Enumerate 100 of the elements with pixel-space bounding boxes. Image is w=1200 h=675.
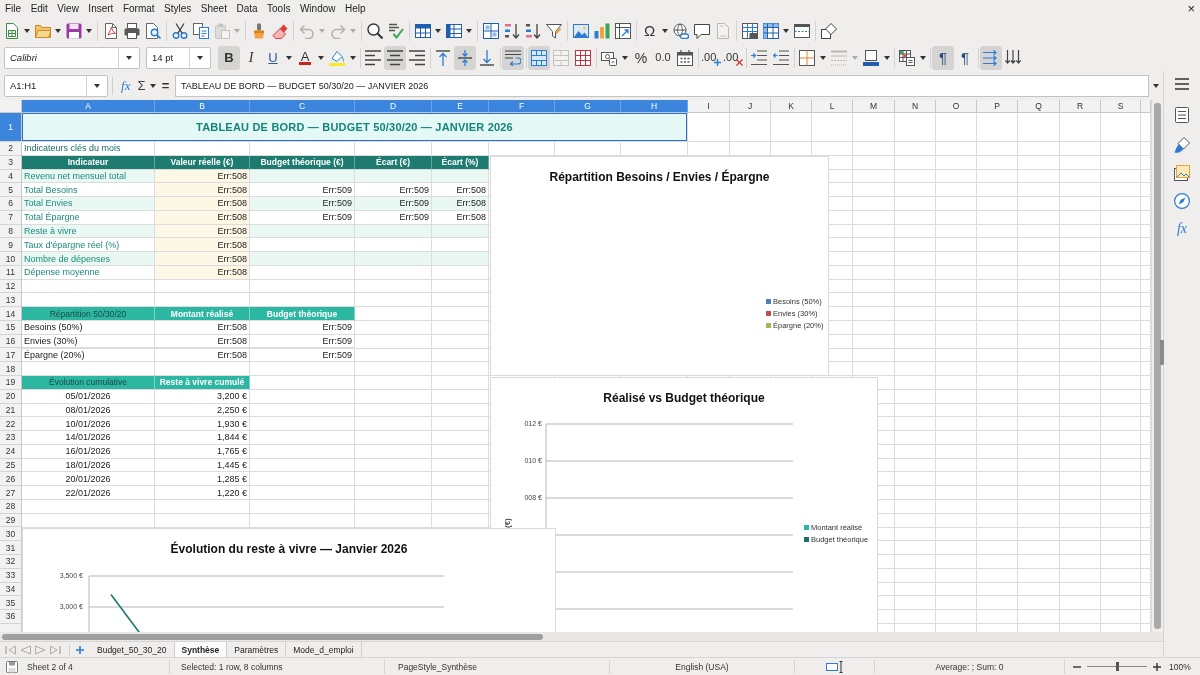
split-window-icon[interactable]	[793, 22, 810, 39]
row-header[interactable]: 2	[0, 142, 22, 156]
sheet-tab[interactable]: Mode_d_emploi	[286, 642, 362, 657]
menu-item[interactable]: View	[57, 3, 79, 14]
align-middle-button[interactable]	[454, 45, 476, 70]
properties-icon[interactable]	[1174, 107, 1190, 123]
formula-input-field[interactable]: TABLEAU DE BORD — BUDGET 50/30/20 — JANVIER 2026	[175, 74, 1149, 97]
spreadsheet-file-icon[interactable]	[3, 22, 20, 39]
scrollbar-thumb[interactable]	[2, 633, 543, 640]
column-header[interactable]: K	[771, 100, 812, 113]
row-header[interactable]: 17	[0, 348, 22, 363]
percent-button[interactable]: %	[630, 45, 652, 70]
number-format-button[interactable]: 0.0	[652, 45, 674, 70]
caret-icon[interactable]	[150, 83, 157, 88]
caret-icon[interactable]	[662, 28, 668, 33]
sheet-tab[interactable]: Budget_50_30_20	[90, 642, 175, 657]
image-icon[interactable]	[572, 22, 589, 39]
caret-icon[interactable]	[86, 28, 92, 33]
decrease-indent-icon[interactable]	[773, 49, 789, 66]
caret-icon[interactable]	[94, 83, 100, 88]
special-character-button[interactable]: Ω	[639, 18, 660, 43]
menu-icon[interactable]	[1175, 78, 1189, 90]
pivot-table-icon[interactable]	[614, 22, 631, 39]
caret-icon[interactable]	[435, 28, 441, 33]
print-preview-icon[interactable]	[144, 22, 161, 39]
font-color-button[interactable]: A	[294, 45, 316, 70]
sum-button[interactable]: Σ	[134, 75, 149, 96]
text-direction-button[interactable]	[980, 45, 1002, 70]
gallery-icon[interactable]	[1174, 165, 1190, 181]
column-header[interactable]: R	[1060, 100, 1101, 113]
add-decimal-button[interactable]: .00	[700, 45, 722, 70]
column-header[interactable]: H	[621, 100, 688, 113]
menu-item[interactable]: Format	[122, 3, 155, 14]
caret-icon[interactable]	[55, 28, 61, 33]
shapes-icon[interactable]	[820, 22, 837, 39]
zoom-slider-thumb[interactable]	[1115, 662, 1119, 671]
sort-ascending-icon[interactable]	[503, 22, 520, 39]
column-header[interactable]: G	[555, 100, 621, 113]
caret-icon[interactable]	[783, 28, 789, 33]
row-header[interactable]: 27	[0, 486, 22, 500]
spellcheck-icon[interactable]	[387, 22, 404, 39]
row-header[interactable]: 36	[0, 610, 22, 624]
paintbrush-icon[interactable]	[1174, 137, 1190, 153]
merge-center-button[interactable]	[528, 45, 550, 70]
row-header[interactable]: 26	[0, 472, 22, 487]
caret-icon[interactable]	[1153, 83, 1159, 88]
caret-icon[interactable]	[466, 28, 472, 33]
scrollbar-track[interactable]	[0, 632, 1163, 641]
row-header[interactable]: 35	[0, 596, 22, 611]
comment-icon[interactable]	[693, 22, 710, 39]
font-size-field[interactable]: 14 pt	[146, 46, 211, 69]
column-header[interactable]: D	[355, 100, 432, 113]
caret-icon[interactable]	[920, 55, 926, 60]
row-header[interactable]: 13	[0, 293, 22, 308]
caret-icon[interactable]	[318, 55, 324, 60]
name-box-field[interactable]: A1:H1	[4, 74, 108, 97]
row-header[interactable]: 23	[0, 431, 22, 445]
row-header[interactable]: 30	[0, 527, 22, 542]
delete-decimal-button[interactable]: .00	[722, 45, 744, 70]
sheet-tab[interactable]: Synthèse	[174, 642, 228, 657]
printer-icon[interactable]	[123, 22, 140, 39]
column-header[interactable]: I	[688, 100, 730, 113]
unmerge-cells-icon[interactable]	[575, 49, 591, 66]
function-wizard-button[interactable]: fx	[117, 75, 135, 96]
column-header[interactable]: O	[936, 100, 977, 113]
row-header[interactable]: 6	[0, 197, 22, 211]
menu-item[interactable]: Window	[299, 3, 336, 14]
caret-icon[interactable]	[24, 28, 30, 33]
sort-grid-icon[interactable]	[482, 22, 499, 39]
row-header[interactable]: 5	[0, 183, 22, 198]
row-header[interactable]: 9	[0, 238, 22, 253]
pdf-file-icon[interactable]	[102, 22, 119, 39]
sidebar-handle[interactable]	[1160, 340, 1164, 365]
selection-mode-icon[interactable]	[826, 660, 843, 673]
currency-icon[interactable]	[601, 49, 617, 66]
menu-item[interactable]: Sheet	[200, 3, 227, 14]
column-header[interactable]: M	[853, 100, 895, 113]
caret-icon[interactable]	[197, 55, 203, 60]
formula-button[interactable]: =	[158, 75, 173, 96]
column-header[interactable]: L	[812, 100, 853, 113]
menu-item[interactable]: Data	[236, 3, 258, 14]
search-icon[interactable]	[366, 22, 383, 39]
column-header[interactable]: S	[1101, 100, 1141, 113]
row-header[interactable]: 14	[0, 307, 22, 321]
column-header[interactable]: A	[22, 100, 155, 113]
column-header[interactable]: F	[489, 100, 555, 113]
row-header[interactable]: 18	[0, 362, 22, 376]
caret-icon[interactable]	[286, 55, 292, 60]
caret-icon[interactable]	[884, 55, 890, 60]
menu-item[interactable]: Edit	[30, 3, 48, 14]
left-to-right-button[interactable]: ¶	[932, 45, 954, 70]
borders-icon[interactable]	[799, 49, 815, 66]
column-header[interactable]: B	[155, 100, 250, 113]
row-header[interactable]: 19	[0, 376, 22, 390]
calendar-icon[interactable]	[677, 49, 693, 66]
right-to-left-button[interactable]: ¶	[954, 45, 976, 70]
italic-button[interactable]: I	[240, 45, 262, 70]
functions-button[interactable]: fx	[1176, 221, 1188, 237]
plus-icon[interactable]	[76, 645, 84, 654]
scissors-icon[interactable]	[171, 22, 188, 39]
